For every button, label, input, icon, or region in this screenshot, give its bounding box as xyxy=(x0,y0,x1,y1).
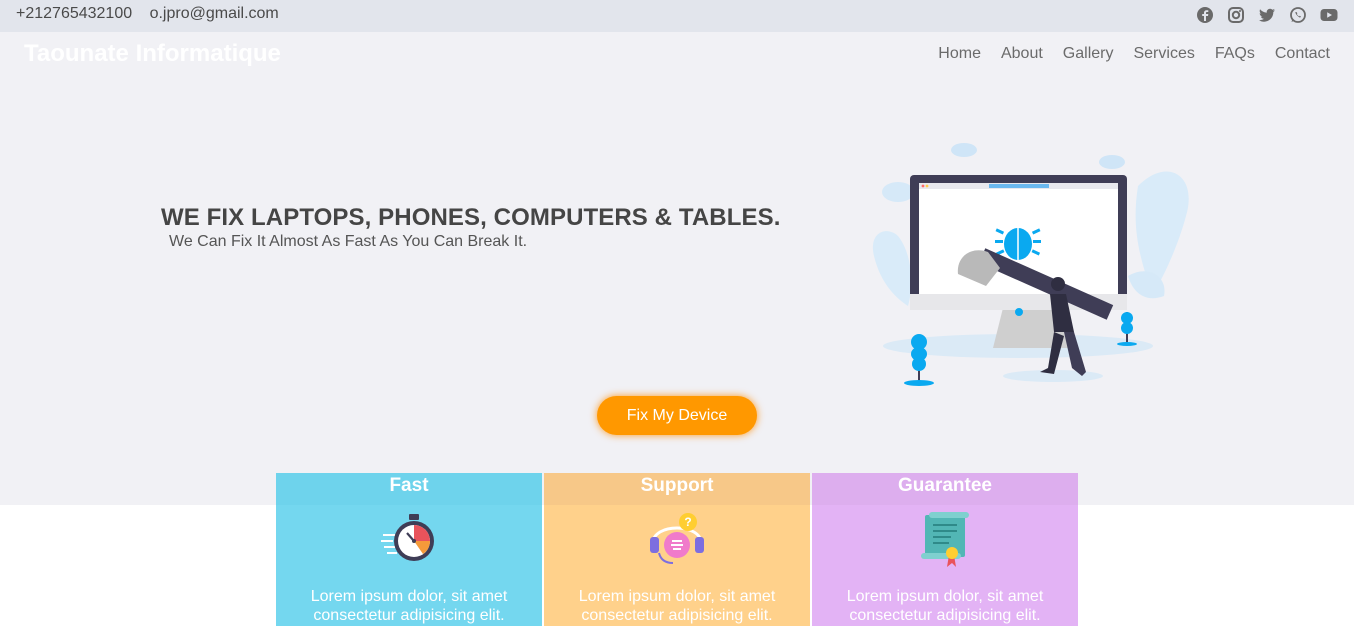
svg-text:?: ? xyxy=(684,515,691,529)
facebook-icon[interactable] xyxy=(1196,6,1214,24)
stopwatch-icon xyxy=(381,514,434,561)
hero-headline: WE FIX LAPTOPS, PHONES, COMPUTERS & TABL… xyxy=(161,204,781,231)
feature-card-fast: Fast Lorem ipsum dolor, sit amet consect… xyxy=(276,473,542,626)
headset-support-icon: ? xyxy=(650,513,704,564)
feature-card-text: Lorem ipsum dolor, sit amet consectetur … xyxy=(578,588,776,624)
nav-home[interactable]: Home xyxy=(938,45,981,63)
feature-card-title: Guarantee xyxy=(812,473,1078,505)
feature-card-support: Support ? Lorem ipsum dolor, sit amet co… xyxy=(544,473,810,626)
nav-contact[interactable]: Contact xyxy=(1275,45,1330,63)
email-address: o.jpro@gmail.com xyxy=(149,5,279,22)
site-logo[interactable]: Taounate Informatique xyxy=(24,40,281,68)
certificate-icon xyxy=(921,512,969,567)
nav-services[interactable]: Services xyxy=(1133,45,1194,63)
feature-card-guarantee: Guarantee Lorem ipsum dolor, sit amet co… xyxy=(812,473,1078,626)
nav-about[interactable]: About xyxy=(1001,45,1043,63)
contact-info: +212765432100 o.jpro@gmail.com xyxy=(16,5,292,23)
feature-card-title: Fast xyxy=(276,473,542,505)
computer-repair-illustration xyxy=(872,143,1189,386)
feature-cards: Fast Lorem ipsum dolor, sit amet consect… xyxy=(276,473,1078,626)
feature-card-text: Lorem ipsum dolor, sit amet consectetur … xyxy=(846,588,1044,624)
phone-number: +212765432100 xyxy=(16,5,133,22)
youtube-icon[interactable] xyxy=(1320,6,1338,24)
main-navigation: Home About Gallery Services FAQs Contact xyxy=(938,45,1330,63)
twitter-icon[interactable] xyxy=(1258,6,1276,24)
feature-card-title: Support xyxy=(544,473,810,505)
nav-gallery[interactable]: Gallery xyxy=(1063,45,1114,63)
fix-my-device-button[interactable]: Fix My Device xyxy=(597,396,757,435)
whatsapp-icon[interactable] xyxy=(1289,6,1307,24)
instagram-icon[interactable] xyxy=(1227,6,1245,24)
social-links xyxy=(1196,6,1338,24)
feature-card-text: Lorem ipsum dolor, sit amet consectetur … xyxy=(310,588,508,624)
top-bar: +212765432100 o.jpro@gmail.com xyxy=(0,0,1354,32)
hero-subline: We Can Fix It Almost As Fast As You Can … xyxy=(169,233,528,250)
nav-faqs[interactable]: FAQs xyxy=(1215,45,1255,63)
